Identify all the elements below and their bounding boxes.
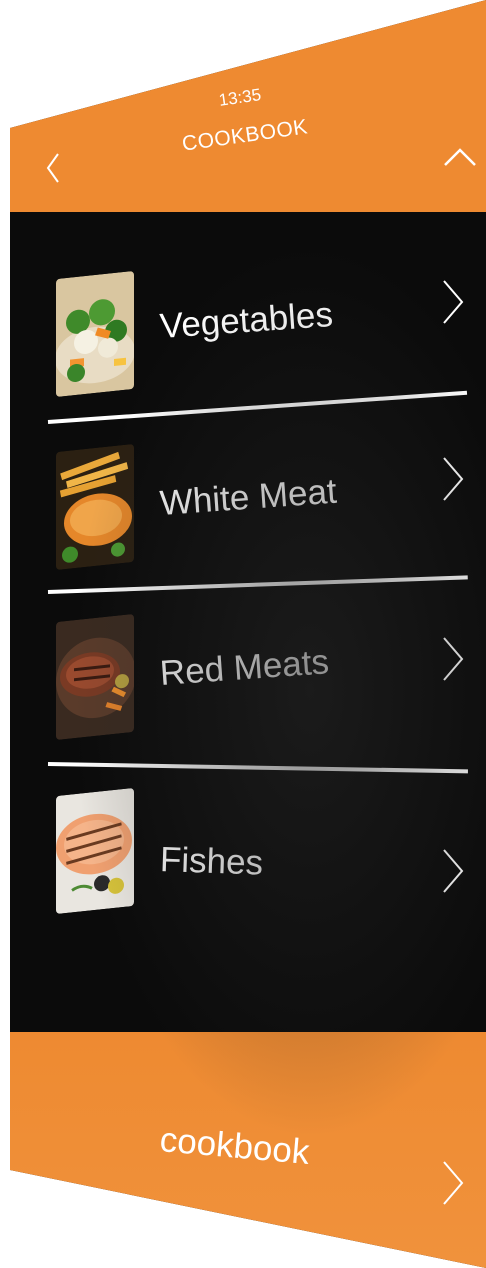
status-time: 13:35 <box>217 85 263 110</box>
chevron-right-icon <box>443 280 464 324</box>
fishes-thumbnail <box>56 787 134 915</box>
category-label: Vegetables <box>158 294 335 346</box>
page-title: COOKBOOK <box>180 115 310 156</box>
vegetables-thumbnail <box>56 270 134 398</box>
list-item-white-meat[interactable]: White Meat <box>10 443 486 594</box>
chevron-right-icon <box>443 457 464 501</box>
device-screen: 13:35 COOKBOOK Vegetables White Meat Red… <box>10 0 486 1268</box>
category-label: Fishes <box>159 840 264 883</box>
category-label: White Meat <box>158 471 338 523</box>
list-item-fishes[interactable]: Fishes <box>10 786 486 936</box>
chevron-right-icon <box>443 637 464 681</box>
header-bar: 13:35 COOKBOOK <box>10 0 486 212</box>
back-button[interactable] <box>38 150 68 186</box>
red-meats-thumbnail <box>56 613 134 741</box>
chevron-right-icon[interactable] <box>438 1158 468 1208</box>
chevron-left-icon <box>46 153 59 183</box>
chevron-up-icon <box>444 148 476 166</box>
category-label: Red Meats <box>158 642 331 693</box>
white-meat-thumbnail <box>56 443 134 571</box>
chevron-right-icon <box>443 849 464 893</box>
list-item-red-meats[interactable]: Red Meats <box>10 613 486 764</box>
scroll-up-button[interactable] <box>440 142 480 172</box>
